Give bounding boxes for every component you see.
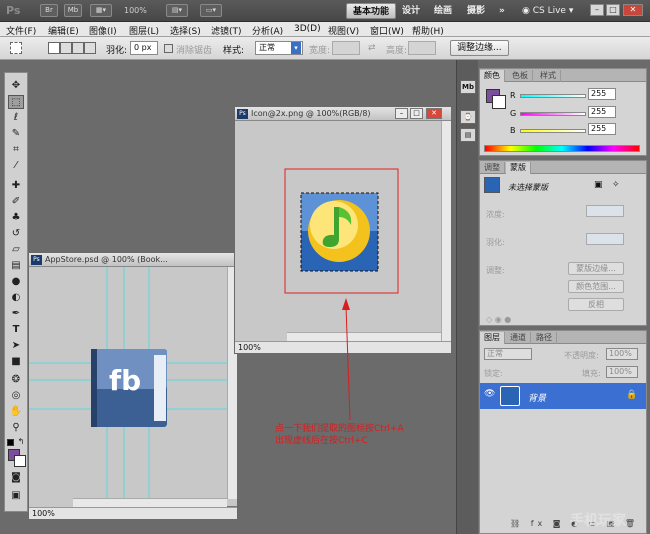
feather-panel-input[interactable]: [586, 233, 624, 245]
opacity-input[interactable]: 100%: [606, 348, 638, 360]
r-label: R: [510, 91, 516, 100]
watermark: 手机玩家: [570, 513, 626, 529]
b-value-input[interactable]: 255: [588, 123, 616, 135]
color-spectrum-bar[interactable]: [484, 145, 640, 152]
opacity-label: 不透明度:: [564, 351, 599, 360]
properties-panel-icon[interactable]: ▤: [460, 128, 476, 142]
collapsed-panel-dock: Mb ⌚ ▤: [456, 60, 478, 534]
lock-icon: 🔒: [626, 390, 638, 400]
color-panel: 颜色 色板 样式 R 255 G 255 B 255: [479, 68, 647, 156]
mask-thumbnail: [484, 177, 500, 193]
mask-bottom-icons[interactable]: ◇ ◉ ●: [486, 315, 511, 324]
layer-row-background[interactable]: 👁 背景 🔒: [480, 383, 646, 409]
r-value-input[interactable]: 255: [588, 88, 616, 100]
bg-color-swatch[interactable]: [492, 95, 506, 109]
tab-layers[interactable]: 图层: [480, 332, 505, 344]
annotation-line-1: 点一下我们提取的图标按Ctrl+A: [275, 424, 404, 434]
tab-swatches[interactable]: 色板: [508, 70, 533, 82]
layer-name[interactable]: 背景: [528, 391, 546, 404]
masks-panel: 调整 蒙版 未选择蒙版 ▣ ✧ 浓度: 羽化: 调整: 蒙版边缘... 颜色范围…: [479, 160, 647, 326]
photoshop-window: Ps Br Mb ▦▾ 100% ▤▾ ▭▾ 基本功能 设计 绘画 摄影 » ◉…: [0, 0, 650, 534]
r-slider[interactable]: [520, 94, 586, 98]
density-input[interactable]: [586, 205, 624, 217]
color-panel-tabs: 颜色 色板 样式: [480, 69, 646, 82]
layer-thumbnail: [500, 386, 520, 406]
g-value-input[interactable]: 255: [588, 106, 616, 118]
vector-mask-icon[interactable]: ✧: [612, 180, 620, 190]
invert-button[interactable]: 反相: [568, 298, 624, 311]
density-label: 浓度:: [486, 210, 505, 219]
layers-panel-tabs: 图层 通道 路径: [480, 331, 646, 344]
tab-color[interactable]: 颜色: [480, 70, 505, 82]
blend-mode-select[interactable]: 正常: [484, 348, 532, 360]
no-mask-label: 未选择蒙版: [508, 183, 548, 192]
fill-input[interactable]: 100%: [606, 366, 638, 378]
masks-panel-tabs: 调整 蒙版: [480, 161, 646, 174]
fill-label: 填充:: [582, 369, 601, 378]
b-slider[interactable]: [520, 129, 586, 133]
history-panel-icon[interactable]: ⌚: [460, 110, 476, 124]
color-range-button[interactable]: 颜色范围...: [568, 280, 624, 293]
lock-label: 锁定:: [484, 369, 503, 378]
mask-edge-button[interactable]: 蒙版边缘...: [568, 262, 624, 275]
annotation-line-2: 出现虚线后在按Ctrl+C: [275, 436, 368, 446]
mini-bridge-panel-icon[interactable]: Mb: [460, 80, 476, 94]
g-label: G: [510, 109, 517, 118]
g-slider[interactable]: [520, 112, 586, 116]
annotation-text: 点一下我们提取的图标按Ctrl+A 出现虚线后在按Ctrl+C: [275, 423, 404, 447]
eye-icon[interactable]: 👁: [484, 389, 495, 399]
tab-styles[interactable]: 样式: [536, 70, 561, 82]
refine-label: 调整:: [486, 266, 505, 275]
tab-adjustments[interactable]: 调整: [480, 162, 505, 174]
tab-paths[interactable]: 路径: [532, 332, 557, 344]
tab-masks[interactable]: 蒙版: [506, 162, 531, 174]
layers-panel: 图层 通道 路径 正常 不透明度: 100% 锁定: 填充: 100% 👁 背景…: [479, 330, 647, 534]
b-label: B: [510, 126, 516, 135]
tab-channels[interactable]: 通道: [506, 332, 531, 344]
feather-panel-label: 羽化:: [486, 238, 505, 247]
pixel-mask-icon[interactable]: ▣: [594, 180, 603, 190]
